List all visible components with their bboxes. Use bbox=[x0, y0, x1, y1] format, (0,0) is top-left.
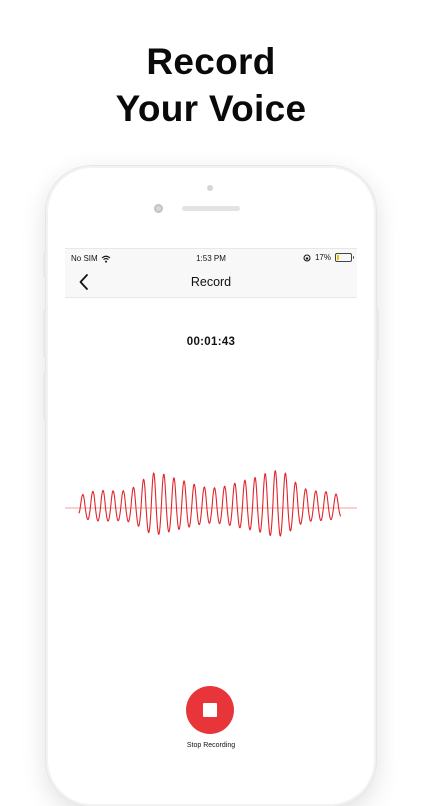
status-right: 17% bbox=[303, 253, 354, 262]
proximity-sensor bbox=[207, 185, 213, 191]
recorder-panel: 00:01:43 Stop Recording bbox=[65, 298, 357, 751]
page-title: Record bbox=[190, 275, 232, 289]
status-bar: No SIM 1:53 PM 17% bbox=[65, 249, 357, 267]
phone-screen: No SIM 1:53 PM 17% Record 00:01:43 Stop … bbox=[65, 248, 357, 751]
elapsed-time: 00:01:43 bbox=[186, 336, 236, 348]
front-camera bbox=[154, 204, 163, 213]
waveform-line bbox=[78, 470, 342, 537]
earpiece-speaker bbox=[182, 206, 240, 211]
stop-recording-label: Stop Recording bbox=[186, 742, 236, 749]
silent-switch bbox=[43, 253, 46, 278]
volume-down-button bbox=[43, 372, 46, 420]
battery-icon bbox=[335, 253, 354, 262]
audio-waveform bbox=[65, 470, 357, 537]
battery-percent: 17% bbox=[314, 253, 331, 262]
stop-recording-button[interactable] bbox=[186, 686, 234, 734]
battery-level bbox=[337, 255, 340, 260]
headline: Record Your Voice bbox=[0, 38, 422, 132]
stop-icon bbox=[203, 703, 217, 717]
volume-up-button bbox=[43, 310, 46, 358]
navigation-bar: Record bbox=[65, 267, 357, 298]
rotation-lock-icon bbox=[303, 254, 311, 261]
headline-line-2: Your Voice bbox=[115, 88, 307, 129]
power-button bbox=[376, 310, 379, 360]
headline-line-1: Record bbox=[146, 41, 276, 82]
